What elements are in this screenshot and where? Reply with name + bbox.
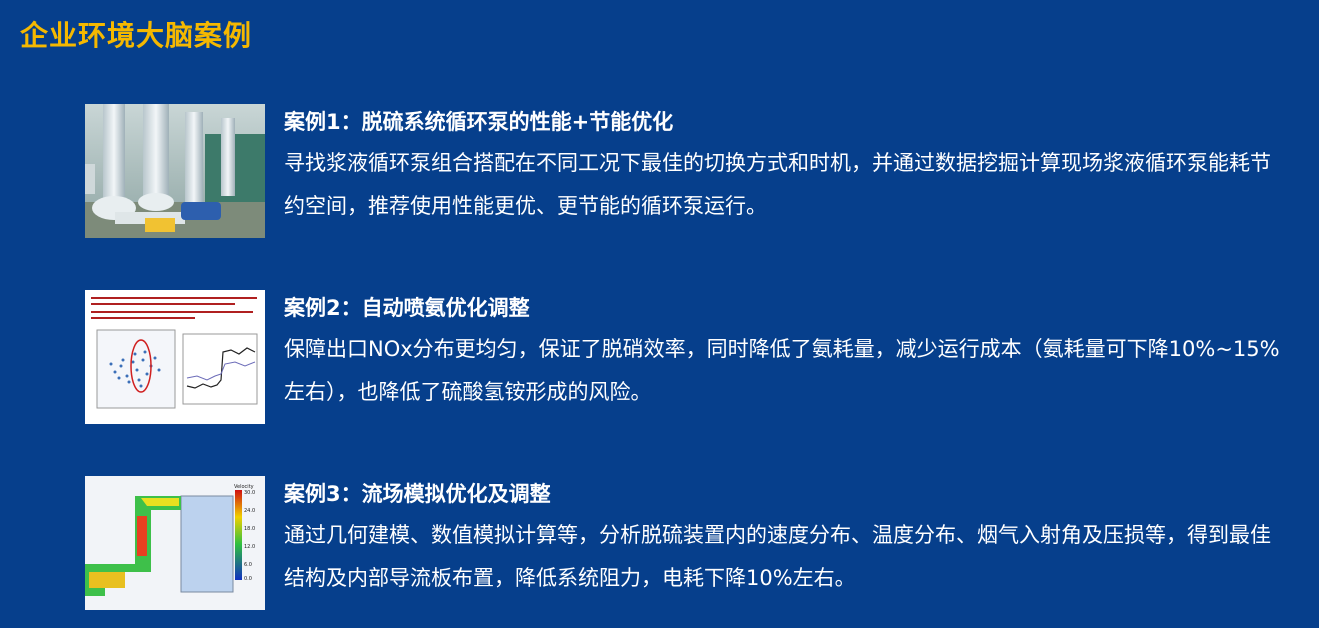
case-2-body: 保障出口NOx分布更均匀，保证了脱硝效率，同时降低了氨耗量，减少运行成本（氨耗量… <box>284 337 1280 404</box>
svg-text:0.0: 0.0 <box>244 576 252 582</box>
case-3-body: 通过几何建模、数值模拟计算等，分析脱硫装置内的速度分布、温度分布、烟气入射角及压… <box>284 523 1271 590</box>
case-2: 案例2：自动喷氨优化调整 保障出口NOx分布更均匀，保证了脱硝效率，同时降低了氨… <box>85 290 1295 430</box>
page-title: 企业环境大脑案例 <box>20 19 253 52</box>
case-1: 案例1：脱硫系统循环泵的性能+节能优化 寻找浆液循环泵组合搭配在不同工况下最佳的… <box>85 104 1295 244</box>
case-3-title: 案例3：流场模拟优化及调整 <box>284 482 551 506</box>
flow-field-simulation-icon: Velocity 30.0 24.0 18.0 12.0 6.0 0.0 <box>85 476 265 610</box>
svg-text:6.0: 6.0 <box>244 562 252 568</box>
case-1-title: 案例1：脱硫系统循环泵的性能+节能优化 <box>284 110 674 134</box>
case-2-title: 案例2：自动喷氨优化调整 <box>284 296 530 320</box>
svg-text:24.0: 24.0 <box>244 508 255 514</box>
case-1-body: 寻找浆液循环泵组合搭配在不同工况下最佳的切换方式和时机，并通过数据挖掘计算现场浆… <box>284 151 1271 218</box>
svg-text:30.0: 30.0 <box>244 490 255 496</box>
case-3: Velocity 30.0 24.0 18.0 12.0 6.0 0.0 案例3… <box>85 476 1295 616</box>
nox-analysis-chart-icon <box>85 290 265 424</box>
pump-room-photo-icon <box>85 104 265 238</box>
svg-text:12.0: 12.0 <box>244 544 255 550</box>
svg-text:18.0: 18.0 <box>244 526 255 532</box>
